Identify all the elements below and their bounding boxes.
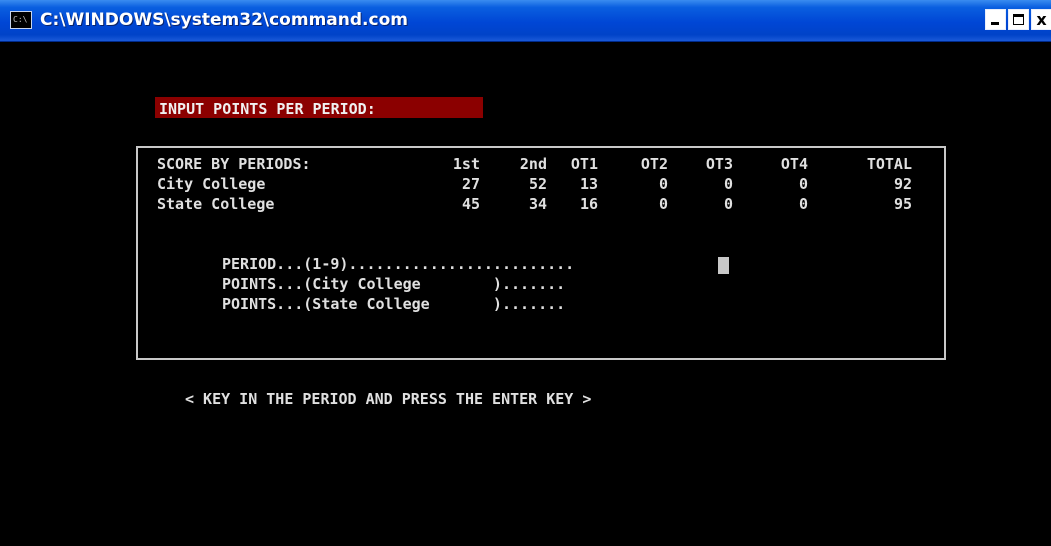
minimize-icon: [991, 22, 999, 25]
score-cell: 27: [461, 175, 480, 193]
score-cell: 16: [579, 195, 598, 213]
minimize-button[interactable]: [985, 9, 1006, 30]
score-cell: 13: [579, 175, 598, 193]
column-header-ot2: OT2: [640, 155, 668, 173]
team-name: State College: [157, 195, 275, 213]
score-cell: 0: [723, 175, 733, 193]
score-cell: 0: [658, 175, 668, 193]
window-title: C:\WINDOWS\system32\command.com: [40, 10, 408, 30]
period-prompt: PERIOD...(1-9).........................: [222, 255, 575, 273]
title-bar[interactable]: C:\ C:\WINDOWS\system32\command.com x: [0, 0, 1051, 42]
score-cell: 52: [528, 175, 547, 193]
close-button[interactable]: x: [1031, 9, 1051, 30]
close-icon: x: [1036, 10, 1047, 29]
column-header-ot4: OT4: [780, 155, 808, 173]
header-label: INPUT POINTS PER PERIOD:: [159, 100, 376, 118]
instruction-text: < KEY IN THE PERIOD AND PRESS THE ENTER …: [185, 390, 592, 408]
column-header-ot3: OT3: [705, 155, 733, 173]
score-total: 92: [893, 175, 912, 193]
maximize-icon: [1013, 14, 1024, 25]
column-header-total: TOTAL: [866, 155, 912, 173]
score-cell: 0: [798, 175, 808, 193]
column-header-2nd: 2nd: [519, 155, 547, 173]
maximize-button[interactable]: [1008, 9, 1029, 30]
score-cell: 34: [528, 195, 547, 213]
console-area[interactable]: INPUT POINTS PER PERIOD: SCORE BY PERIOD…: [0, 42, 1051, 546]
text-cursor[interactable]: [718, 257, 729, 274]
points-state-prompt: POINTS...(State College ).......: [222, 295, 566, 313]
command-window: C:\ C:\WINDOWS\system32\command.com x IN…: [0, 0, 1051, 546]
score-cell: 45: [461, 195, 480, 213]
score-cell: 0: [658, 195, 668, 213]
score-total: 95: [893, 195, 912, 213]
column-header-ot1: OT1: [570, 155, 598, 173]
column-header-1st: 1st: [452, 155, 480, 173]
score-cell: 0: [723, 195, 733, 213]
team-name: City College: [157, 175, 266, 193]
console-icon[interactable]: C:\: [10, 11, 32, 29]
scoreboard-title: SCORE BY PERIODS:: [157, 155, 311, 173]
points-city-prompt: POINTS...(City College ).......: [222, 275, 566, 293]
score-cell: 0: [798, 195, 808, 213]
